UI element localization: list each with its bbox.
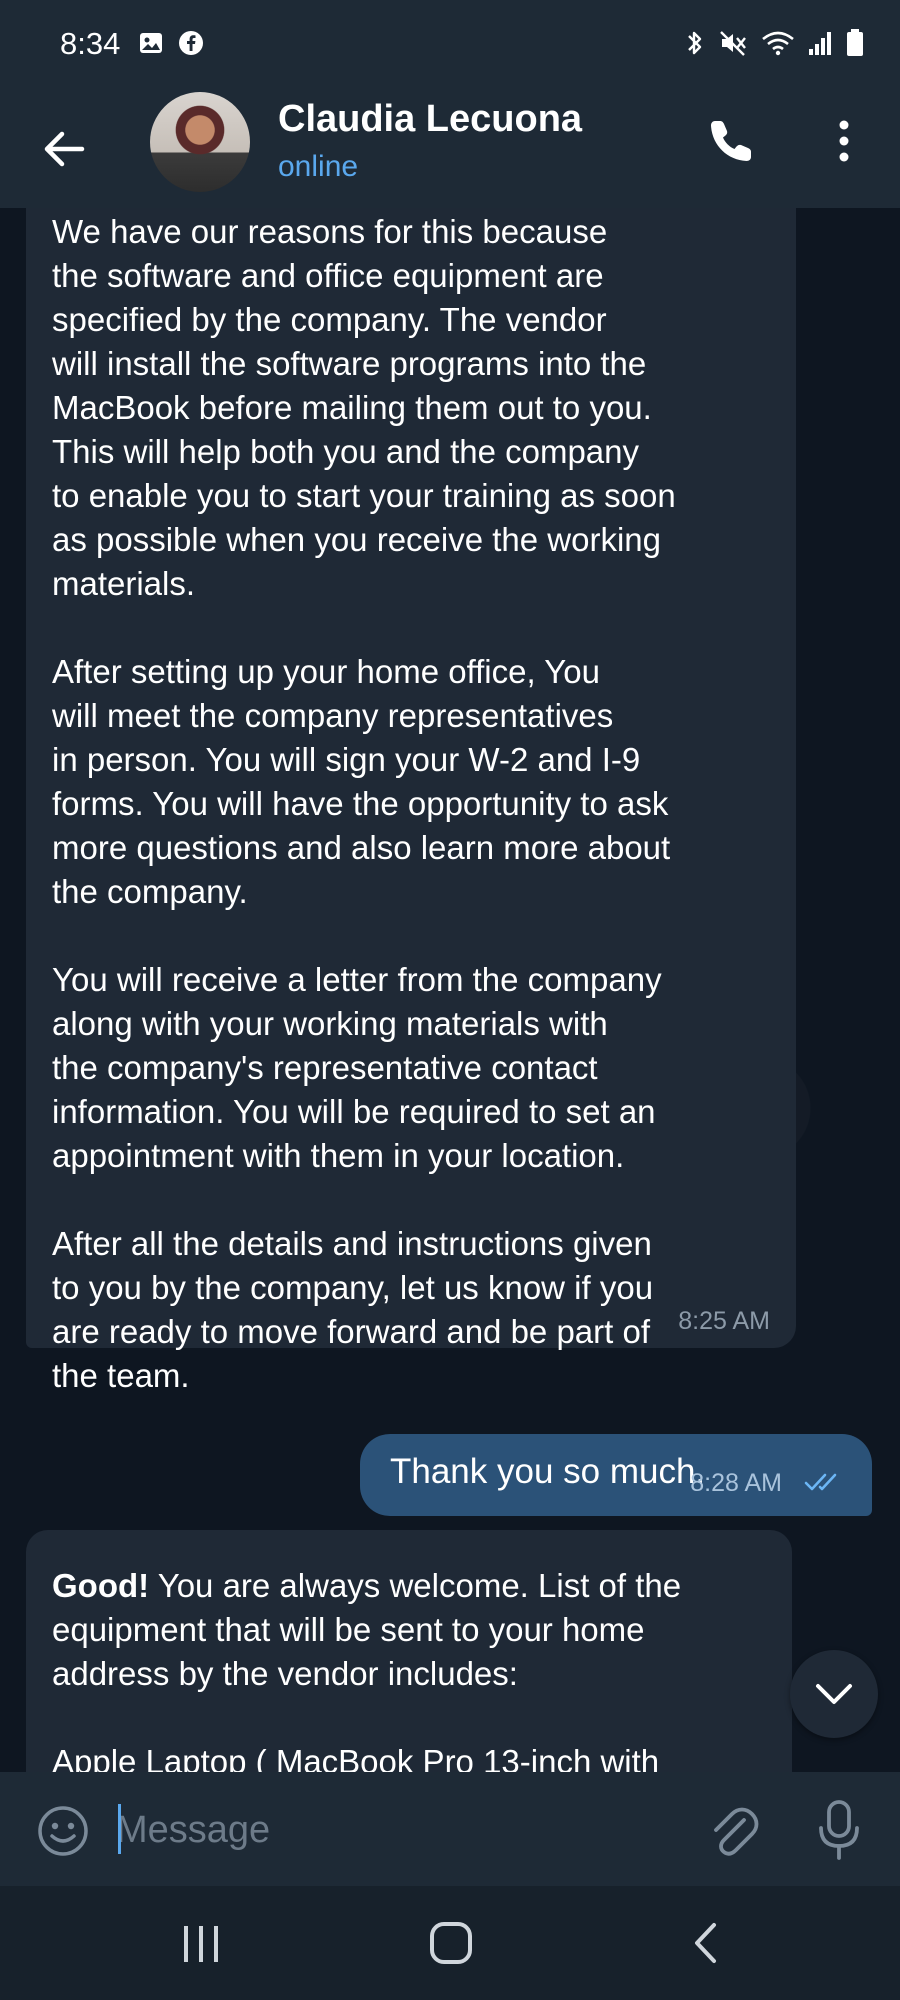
double-check-icon bbox=[804, 1473, 837, 1491]
chevron-down-icon bbox=[816, 1684, 852, 1704]
home-icon bbox=[430, 1922, 472, 1964]
system-back-button[interactable] bbox=[688, 1920, 722, 1966]
incoming-message[interactable]: Good! You are always welcome. List of th… bbox=[26, 1530, 792, 1772]
incoming-message[interactable]: We have our reasons for this because the… bbox=[26, 208, 796, 1394]
system-navigation-bar bbox=[0, 1886, 900, 2000]
back-arrow-icon bbox=[44, 131, 85, 167]
chevron-left-icon bbox=[695, 1923, 716, 1963]
text-cursor bbox=[118, 1804, 121, 1854]
more-vert-icon bbox=[839, 120, 849, 162]
call-button[interactable] bbox=[706, 116, 756, 166]
contact-avatar[interactable] bbox=[150, 92, 250, 192]
battery-icon bbox=[847, 29, 863, 56]
phone-icon bbox=[711, 121, 751, 161]
home-button[interactable] bbox=[428, 1920, 474, 1966]
recent-apps-button[interactable] bbox=[176, 1922, 226, 1966]
chat-area[interactable]: We have our reasons for this because the… bbox=[0, 208, 900, 1772]
message-time: 8:25 AM bbox=[678, 1307, 770, 1335]
more-options-button[interactable] bbox=[826, 116, 862, 166]
mute-icon bbox=[720, 31, 746, 56]
outgoing-message[interactable]: Thank you so much. 8:28 AM bbox=[360, 1434, 872, 1516]
gallery-icon bbox=[140, 33, 162, 53]
recents-icon bbox=[184, 1926, 218, 1962]
status-time: 8:34 bbox=[60, 26, 121, 61]
message-text: Thank you so much. bbox=[390, 1452, 706, 1491]
paperclip-icon bbox=[714, 1807, 759, 1856]
signal-icon bbox=[809, 32, 831, 55]
chat-header: Claudia Lecuona online bbox=[0, 90, 900, 208]
wifi-icon bbox=[762, 31, 794, 56]
message-composer bbox=[0, 1772, 900, 1886]
emoji-icon bbox=[38, 1806, 88, 1856]
message-time: 8:28 AM bbox=[690, 1469, 782, 1497]
bluetooth-icon bbox=[688, 31, 702, 55]
status-bar: 8:34 bbox=[0, 0, 900, 90]
message-input[interactable] bbox=[116, 1800, 676, 1860]
message-text: We have our reasons for this because the… bbox=[52, 213, 676, 1394]
voice-record-button[interactable] bbox=[814, 1798, 864, 1862]
message-bold-prefix: Good! bbox=[52, 1567, 150, 1604]
contact-status: online bbox=[278, 150, 359, 183]
microphone-icon bbox=[819, 1800, 859, 1860]
attach-button[interactable] bbox=[706, 1800, 760, 1860]
facebook-icon bbox=[179, 31, 203, 55]
message-text: Good! You are always welcome. List of th… bbox=[52, 1564, 766, 1772]
status-system-icons bbox=[684, 28, 864, 58]
emoji-button[interactable] bbox=[36, 1804, 90, 1858]
scroll-to-bottom-button[interactable] bbox=[790, 1650, 878, 1738]
status-notification-icons bbox=[138, 30, 204, 56]
back-button[interactable] bbox=[36, 120, 94, 178]
contact-name[interactable]: Claudia Lecuona bbox=[278, 98, 582, 141]
